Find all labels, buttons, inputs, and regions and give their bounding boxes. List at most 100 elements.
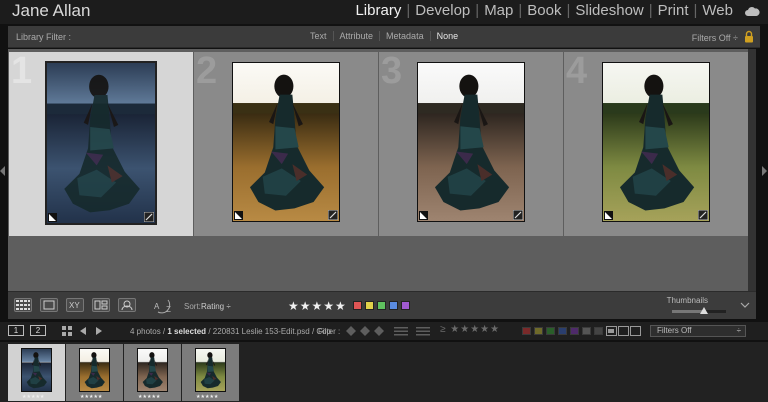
svg-text:XY: XY (69, 301, 80, 310)
photo-thumbnail[interactable] (232, 62, 340, 222)
filmstrip-thumbnail[interactable]: ★★★★★ (66, 344, 123, 401)
filter-tab-attribute[interactable]: Attribute (332, 31, 380, 41)
filmstrip-photo[interactable] (137, 348, 168, 392)
grid-cell[interactable]: 1 (9, 50, 193, 236)
filmstrip-rating: ★★★★★ (196, 394, 219, 400)
rating-stars[interactable]: ★★★★★ (288, 299, 347, 313)
cell-index: 3 (381, 50, 403, 92)
flag-badge-icon (419, 211, 428, 220)
filmstrip-filter-label: Filter : (318, 327, 341, 336)
compare-view-button[interactable]: XY (66, 298, 84, 312)
cell-index: 1 (11, 50, 33, 92)
module-picker: Library | Develop | Map | Book | Slidesh… (350, 2, 760, 19)
identity-bar: Jane Allan Library | Develop | Map | Boo… (0, 0, 768, 24)
current-file-path: / 220831 Leslie 153-Edit.psd / Cop (208, 327, 332, 336)
grid-cell[interactable]: 2 (194, 50, 378, 236)
module-map[interactable]: Map (479, 2, 518, 19)
sort-direction-icon[interactable]: AZ (154, 298, 176, 314)
filmstrip-thumbnail[interactable]: ★★★★★ (8, 344, 65, 401)
filmstrip-header: 1 2 4 photos / 1 selected / 220831 Lesli… (0, 322, 768, 340)
filmstrip-photo[interactable] (195, 348, 226, 392)
flag-badge-icon (48, 213, 57, 222)
develop-adjusted-icon (144, 212, 154, 222)
flag-filter-icons[interactable] (346, 326, 436, 336)
filter-tab-none[interactable]: None (429, 31, 465, 41)
color-label-red[interactable] (353, 301, 362, 310)
grid-icon[interactable] (62, 326, 72, 336)
filmstrip-thumbnail[interactable]: ★★★★★ (124, 344, 181, 401)
develop-adjusted-icon (513, 210, 523, 220)
loupe-view-button[interactable] (40, 298, 58, 312)
survey-view-icon (94, 300, 108, 310)
filter-color-yellow[interactable] (534, 327, 543, 335)
filmstrip-photo[interactable] (21, 348, 52, 392)
flag-badge-icon (604, 211, 613, 220)
grid-cell[interactable]: 3 (379, 50, 563, 236)
grid-view-button[interactable] (14, 298, 32, 312)
filmstrip: ★★★★★ ★★★★★ ★★★★★ ★★★★★ (0, 342, 768, 402)
selected-count: 1 selected (167, 327, 207, 336)
color-label-blue[interactable] (389, 301, 398, 310)
primary-monitor-button[interactable]: 1 (8, 325, 24, 336)
filter-color-purple[interactable] (570, 327, 579, 335)
color-label-purple[interactable] (401, 301, 410, 310)
toolbar-menu-chevron-icon[interactable] (740, 301, 750, 309)
filmstrip-photo[interactable] (79, 348, 110, 392)
thumbnail-size-slider[interactable] (672, 307, 726, 314)
filmstrip-color-filter (522, 327, 606, 335)
module-web[interactable]: Web (697, 2, 738, 19)
module-library[interactable]: Library (350, 2, 406, 19)
selection-info[interactable]: 4 photos / 1 selected / 220831 Leslie 15… (130, 327, 331, 336)
module-develop[interactable]: Develop (410, 2, 475, 19)
filmstrip-thumbnail[interactable]: ★★★★★ (182, 344, 239, 401)
grid-cell[interactable]: 4 (564, 50, 748, 236)
secondary-monitor-button[interactable]: 2 (30, 325, 46, 336)
identity-plate[interactable]: Jane Allan (12, 1, 90, 21)
module-print[interactable]: Print (653, 2, 694, 19)
filmstrip-rating: ★★★★★ (80, 394, 103, 400)
cell-index: 2 (196, 50, 218, 92)
grid-view-icon (16, 300, 30, 310)
filmstrip-rating: ★★★★★ (138, 394, 161, 400)
survey-view-button[interactable] (92, 298, 110, 312)
dropdown-chevron-icon: ÷ (736, 326, 741, 335)
left-panel-toggle-icon[interactable] (0, 166, 6, 176)
people-view-button[interactable] (118, 298, 136, 312)
filter-color-none[interactable] (594, 327, 603, 335)
filter-color-custom[interactable] (582, 327, 591, 335)
filter-color-red[interactable] (522, 327, 531, 335)
color-label-swatches (353, 301, 413, 310)
photo-thumbnail[interactable] (417, 62, 525, 222)
right-panel-toggle-icon[interactable] (761, 166, 767, 176)
photo-thumbnail[interactable] (602, 62, 710, 222)
filter-color-green[interactable] (546, 327, 555, 335)
svg-text:A: A (154, 302, 160, 311)
filter-tab-text[interactable]: Text (304, 31, 333, 41)
forward-arrow-icon[interactable] (94, 326, 104, 336)
cloud-icon[interactable] (744, 5, 760, 17)
sort-order-dropdown[interactable]: Rating ÷ (201, 302, 231, 311)
filter-kind-icons[interactable] (606, 326, 642, 336)
filter-preset-value: Filters Off (657, 326, 692, 335)
filmstrip-rating-filter[interactable]: ≥ ★★★★★ (440, 324, 500, 335)
module-book[interactable]: Book (522, 2, 566, 19)
library-filter-bar: Library Filter : Text Attribute Metadata… (8, 26, 760, 48)
filter-presets-dropdown[interactable]: Filters Off ÷ (692, 33, 738, 43)
color-label-green[interactable] (377, 301, 386, 310)
lock-icon[interactable] (744, 30, 754, 43)
filter-preset-dropdown[interactable]: Filters Off ÷ (650, 325, 746, 337)
sort-label: Sort: (184, 302, 201, 311)
people-icon (121, 300, 133, 311)
grid-scrollbar[interactable] (748, 49, 756, 291)
filter-color-blue[interactable] (558, 327, 567, 335)
module-slideshow[interactable]: Slideshow (570, 2, 648, 19)
thumbnails-label: Thumbnails (666, 296, 708, 305)
develop-adjusted-icon (698, 210, 708, 220)
thumbnail-size-knob[interactable] (700, 307, 709, 314)
color-label-yellow[interactable] (365, 301, 374, 310)
compare-view-icon: XY (69, 301, 80, 310)
back-arrow-icon[interactable] (78, 326, 88, 336)
filter-tab-metadata[interactable]: Metadata (379, 31, 430, 41)
photo-thumbnail[interactable] (45, 61, 157, 225)
loupe-view-icon (43, 300, 55, 310)
